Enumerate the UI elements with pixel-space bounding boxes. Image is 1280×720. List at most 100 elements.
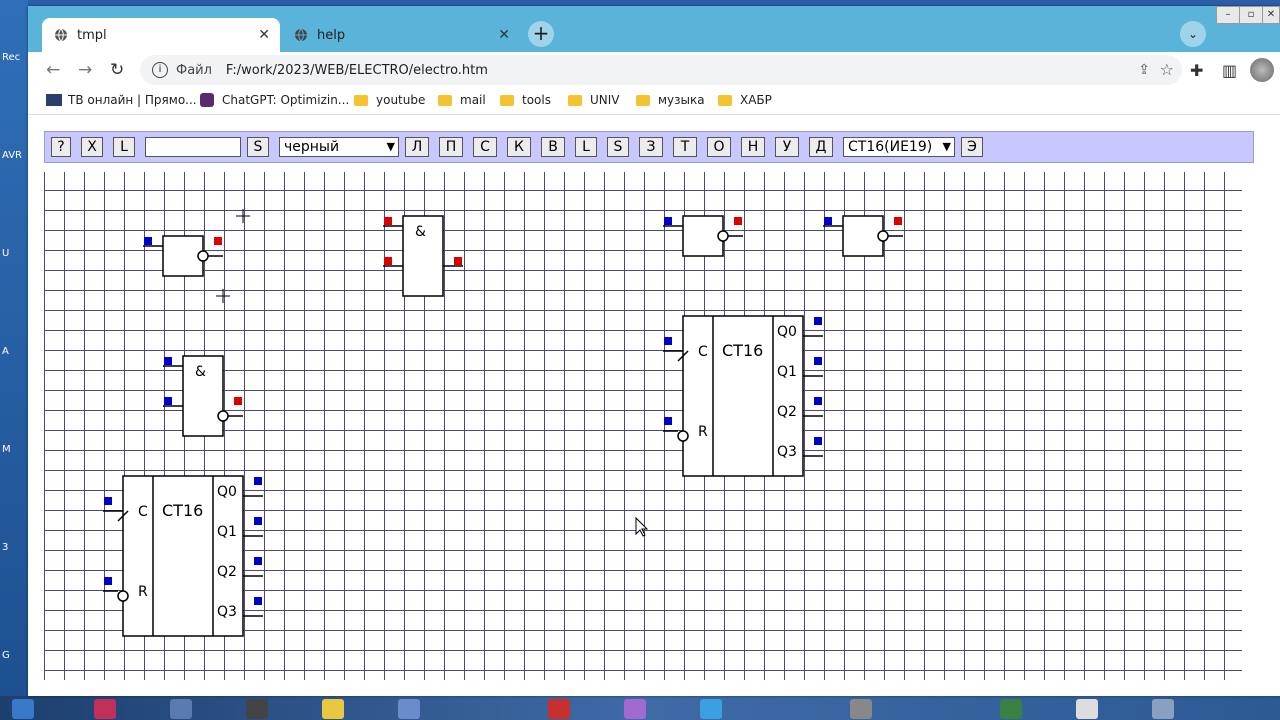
bookmark-label: музыка xyxy=(658,93,705,107)
taskbar-app-icon[interactable] xyxy=(322,699,344,719)
output-pin[interactable] xyxy=(254,477,262,485)
page-content: ? X L S черный ▼ Л П С К В L S З Т О Н У … xyxy=(28,115,1280,696)
desktop-label: M xyxy=(2,444,11,455)
tab-tmpl[interactable]: tmpl ✕ xyxy=(42,18,280,52)
output-pin[interactable] xyxy=(814,397,822,405)
start-icon[interactable] xyxy=(12,699,34,719)
tab-help[interactable]: help ✕ xyxy=(282,18,520,52)
back-arrow-icon[interactable]: ← xyxy=(46,60,60,80)
input-pin[interactable] xyxy=(104,577,112,585)
output-pin[interactable] xyxy=(814,357,822,365)
globe-icon xyxy=(295,28,307,42)
bookmark-item[interactable]: mail xyxy=(438,93,486,107)
output-pin[interactable] xyxy=(254,517,262,525)
folder-icon xyxy=(636,94,650,106)
counter-ct16[interactable]: C R СТ16 Q0 Q1 Q2 Q3 xyxy=(103,475,263,637)
input-pin[interactable] xyxy=(824,217,832,225)
output-label: Q2 xyxy=(217,564,237,580)
output-pin[interactable] xyxy=(814,437,822,445)
bookmark-item[interactable]: tools xyxy=(500,93,551,107)
bookmark-label: ХАБР xyxy=(740,93,772,107)
output-pin[interactable] xyxy=(254,597,262,605)
tab-search-button[interactable]: ⌄ xyxy=(1180,21,1206,47)
globe-icon xyxy=(55,28,67,42)
bookmarks-bar: ТВ онлайн | Прямо... ChatGPT: Optimizin.… xyxy=(28,88,1280,115)
input-pin[interactable] xyxy=(164,397,172,405)
taskbar xyxy=(0,696,1280,720)
desktop-label: Rec xyxy=(2,52,21,63)
bookmark-label: ТВ онлайн | Прямо... xyxy=(68,93,197,107)
and-gate[interactable]: & xyxy=(383,215,463,297)
folder-icon xyxy=(568,94,582,106)
maximize-button[interactable]: ▫ xyxy=(1239,6,1263,24)
input-pin[interactable] xyxy=(164,357,172,365)
taskbar-app-icon[interactable] xyxy=(1076,699,1098,719)
output-label: Q0 xyxy=(217,484,237,500)
input-pin[interactable] xyxy=(664,337,672,345)
output-pin[interactable] xyxy=(734,217,742,225)
bookmark-item[interactable]: youtube xyxy=(354,93,425,107)
bookmark-item[interactable]: ChatGPT: Optimizin... xyxy=(200,93,349,107)
counter-ct16[interactable]: C R СТ16 Q0 Q1 Q2 Q3 xyxy=(663,315,823,477)
bookmark-label: ChatGPT: Optimizin... xyxy=(222,93,350,107)
share-icon[interactable]: ⇪ xyxy=(1138,62,1150,78)
taskbar-app-icon[interactable] xyxy=(398,699,420,719)
taskbar-app-icon[interactable] xyxy=(850,699,872,719)
bookmark-item[interactable]: ХАБР xyxy=(718,93,772,107)
output-pin[interactable] xyxy=(894,217,902,225)
far-manager-icon[interactable] xyxy=(94,699,116,719)
output-label: Q1 xyxy=(217,524,237,540)
schematic-canvas[interactable]: & & C R СТ16 Q0 Q1 Q2 Q3 C R СТ16 Q0 Q1 … xyxy=(28,115,1280,696)
bookmark-item[interactable]: музыка xyxy=(636,93,705,107)
taskbar-app-icon[interactable] xyxy=(170,699,192,719)
close-tab-icon[interactable]: ✕ xyxy=(258,27,270,43)
input-pin[interactable] xyxy=(664,417,672,425)
input-pin[interactable] xyxy=(384,217,392,225)
input-pin[interactable] xyxy=(144,237,152,245)
bookmark-item[interactable]: ТВ онлайн | Прямо... xyxy=(46,93,197,107)
side-panel-icon[interactable]: ▥ xyxy=(1222,61,1237,80)
folder-icon xyxy=(438,94,452,106)
output-pin[interactable] xyxy=(454,257,462,265)
desktop-label: U xyxy=(2,248,10,259)
forward-arrow-icon[interactable]: → xyxy=(78,60,92,80)
desktop-label: A xyxy=(2,346,9,357)
reload-icon[interactable]: ↻ xyxy=(110,60,124,80)
pin-c-label: C xyxy=(138,504,148,520)
input-pin[interactable] xyxy=(384,257,392,265)
close-window-button[interactable]: ✕ xyxy=(1262,6,1280,24)
new-tab-button[interactable]: + xyxy=(528,21,554,47)
address-field[interactable]: i Файл F:/work/2023/WEB/ELECTRO/electro.… xyxy=(140,55,1182,85)
output-pin[interactable] xyxy=(234,397,242,405)
taskbar-app-icon[interactable] xyxy=(1000,699,1022,719)
avatar[interactable] xyxy=(1250,58,1274,82)
address-bar-row: ← → ↻ i Файл F:/work/2023/WEB/ELECTRO/el… xyxy=(28,52,1280,88)
counter-label: СТ16 xyxy=(162,501,203,520)
taskbar-app-icon[interactable] xyxy=(548,699,570,719)
bookmark-star-icon[interactable]: ☆ xyxy=(1160,60,1174,79)
close-tab-icon[interactable]: ✕ xyxy=(498,27,510,43)
input-pin[interactable] xyxy=(664,217,672,225)
taskbar-app-icon[interactable] xyxy=(700,699,722,719)
tab-strip: tmpl ✕ help ✕ + ⌄ – ▫ ✕ xyxy=(28,6,1280,52)
taskbar-app-icon[interactable] xyxy=(246,699,268,719)
inverter-gate[interactable] xyxy=(143,235,223,277)
bookmark-label: youtube xyxy=(376,93,426,107)
extensions-puzzle-icon[interactable]: ✚ xyxy=(1190,61,1203,80)
inverter-gate[interactable] xyxy=(823,215,903,257)
minimize-button[interactable]: – xyxy=(1216,6,1240,24)
nand-gate[interactable]: & xyxy=(163,355,243,437)
input-pin[interactable] xyxy=(104,497,112,505)
output-pin[interactable] xyxy=(254,557,262,565)
tab-title: tmpl xyxy=(77,27,107,43)
output-pin[interactable] xyxy=(814,317,822,325)
inverter-gate[interactable] xyxy=(663,215,743,257)
info-icon[interactable]: i xyxy=(152,62,168,78)
taskbar-app-icon[interactable] xyxy=(624,699,646,719)
bookmark-item[interactable]: UNIV xyxy=(568,93,620,107)
folder-icon xyxy=(718,94,732,106)
taskbar-app-icon[interactable] xyxy=(1152,699,1174,719)
output-pin[interactable] xyxy=(214,237,222,245)
tab-title: help xyxy=(317,27,346,43)
pin-c-label: C xyxy=(698,344,708,360)
